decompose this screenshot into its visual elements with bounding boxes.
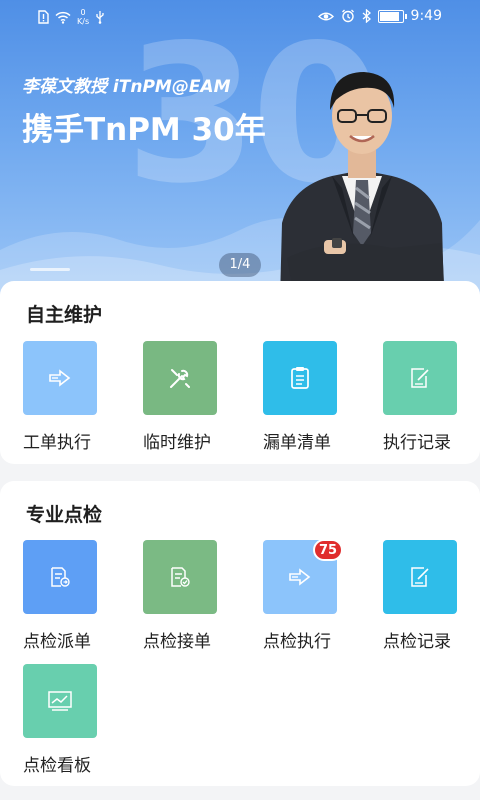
tile-label: 点检记录: [383, 632, 451, 652]
arrow-right-icon: [49, 369, 71, 387]
accept-doc-icon: [171, 567, 190, 587]
tile-icon-box: [383, 540, 457, 614]
professor-photo: [280, 72, 444, 300]
tile-inspection-dashboard[interactable]: 点检看板: [23, 664, 123, 776]
net-speed: 0 K/s: [77, 8, 90, 26]
tile-inspection-record[interactable]: 点检记录: [383, 540, 480, 652]
tile-icon-box: [23, 540, 97, 614]
tile-inspection-dispatch[interactable]: 点检派单: [23, 540, 123, 652]
dispatch-doc-icon: [51, 567, 70, 587]
edit-note-icon: [411, 567, 429, 587]
tile-icon-box: [23, 664, 97, 738]
tile-label: 漏单清单: [263, 433, 331, 453]
tile-execution-record[interactable]: 执行记录: [383, 341, 480, 453]
edit-note-icon: [411, 368, 429, 388]
eye-icon: [317, 11, 334, 22]
tile-label: 点检执行: [263, 632, 331, 652]
tile-icon-box: [23, 341, 97, 415]
section-title-inspection: 专业点检: [26, 504, 103, 526]
alarm-icon: [341, 9, 355, 23]
tile-icon-box: [383, 341, 457, 415]
tile-label: 点检看板: [23, 756, 91, 776]
tile-icon-box: [263, 341, 337, 415]
clock: 9:49: [410, 8, 442, 24]
section-title-autonomous: 自主维护: [26, 304, 103, 326]
banner-professor-line: 李葆文教授 iTnPM@EAM: [22, 77, 231, 97]
tile-missed-order-list[interactable]: 漏单清单: [263, 341, 363, 453]
professional-inspection-card: 专业点检 点检派单 点检接单 75 点检执行 点检记录 点检看板: [0, 481, 480, 786]
tools-icon: [170, 369, 190, 388]
wifi-icon: [55, 11, 71, 24]
notification-count-badge: 75: [313, 539, 343, 561]
carousel-indicator: [30, 268, 70, 271]
banner-headline: 携手TnPM 30年: [22, 112, 266, 148]
carousel-pager: 1/4: [219, 253, 261, 277]
tile-label: 执行记录: [383, 433, 451, 453]
tile-inspection-accept[interactable]: 点检接单: [143, 540, 243, 652]
dashboard-chart-icon: [48, 691, 72, 711]
sim-alert-icon: [38, 10, 49, 24]
tile-work-order-execute[interactable]: 工单执行: [23, 341, 123, 453]
banner[interactable]: 30 0 K/s 9:49 李葆文教授 iTnPM@EAM 携手TnPM 30年…: [0, 0, 480, 300]
clipboard-icon: [291, 367, 309, 389]
tile-temporary-maintenance[interactable]: 临时维护: [143, 341, 243, 453]
autonomous-maintenance-card: 自主维护 工单执行 临时维护 漏单清单 执行记录: [0, 281, 480, 464]
bluetooth-icon: [362, 9, 371, 23]
tile-label: 点检接单: [143, 632, 211, 652]
battery-icon: [377, 9, 407, 23]
status-bar: 0 K/s 9:49: [0, 0, 480, 34]
tile-label: 点检派单: [23, 632, 91, 652]
arrow-right-icon: [289, 568, 311, 586]
usb-icon: [95, 10, 105, 24]
tile-icon-box: [143, 341, 217, 415]
tile-inspection-execute[interactable]: 75 点检执行: [263, 539, 363, 652]
tile-label: 工单执行: [23, 433, 91, 453]
tile-label: 临时维护: [143, 433, 211, 453]
tile-icon-box: [143, 540, 217, 614]
